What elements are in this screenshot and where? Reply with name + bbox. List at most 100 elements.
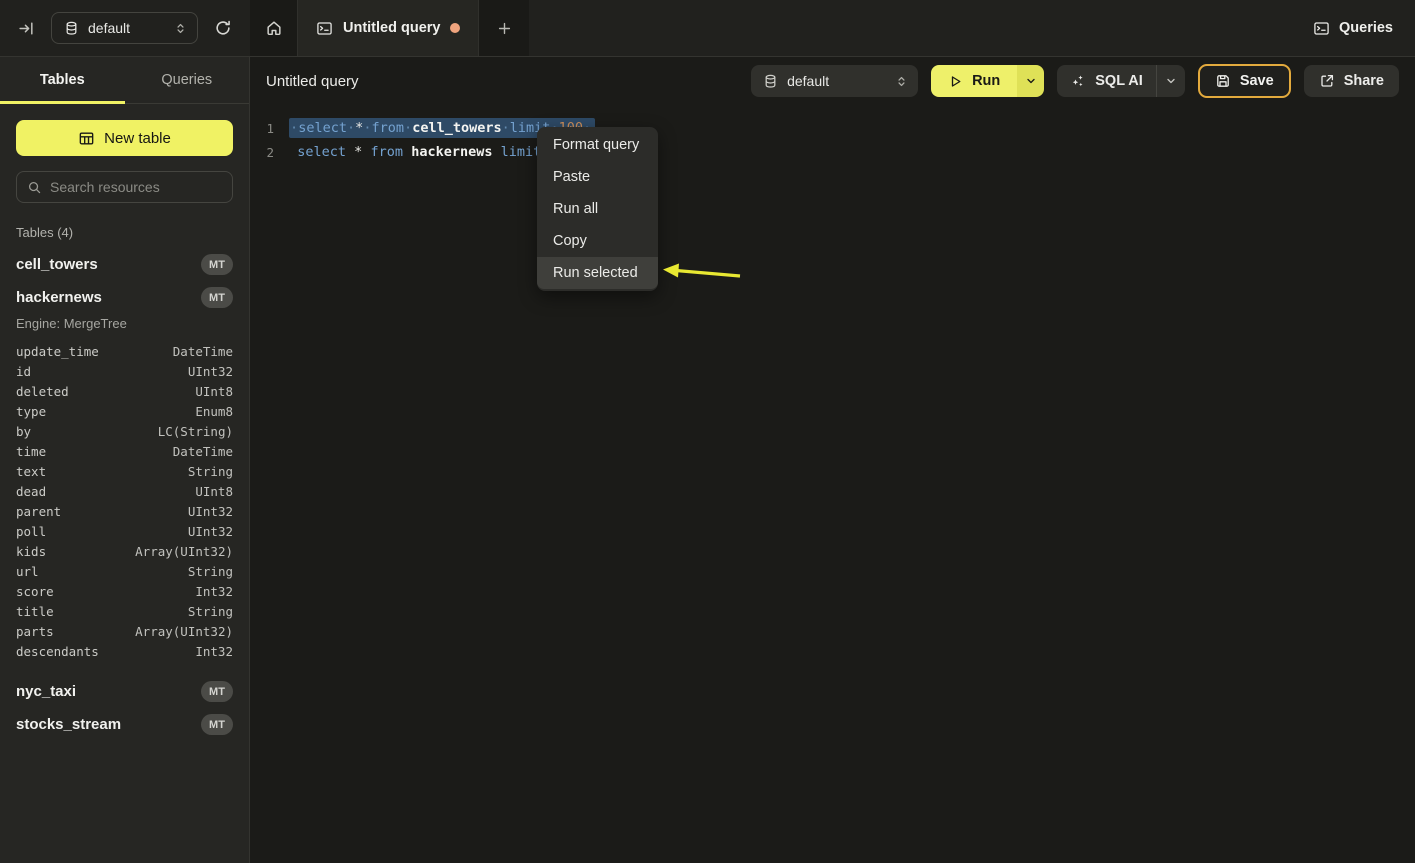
database-selector[interactable]: default [751,65,918,97]
tab-tables[interactable]: Tables [0,57,125,103]
column-row: descendantsInt32 [16,641,233,661]
column-name: dead [16,484,46,499]
column-row: dead UInt8 [16,481,233,501]
run-button[interactable]: Run [931,65,1017,97]
refresh-button[interactable] [212,17,234,39]
home-button[interactable] [250,0,297,56]
new-table-label: New table [104,130,171,147]
annotation-arrow [660,260,746,284]
database-icon [763,74,778,89]
column-row: textString [16,461,233,481]
sidebar-body: New table Tables (4) cell_towers MT hack… [0,104,249,757]
plus-icon [497,21,512,36]
tab-strip: Untitled query [250,0,529,56]
column-row: deletedUInt8 [16,381,233,401]
column-row: kidsArray(UInt32) [16,541,233,561]
query-title: Untitled query [266,73,359,90]
engine-badge: MT [201,254,233,275]
share-button-label: Share [1344,73,1384,89]
column-name: by [16,424,31,439]
column-type: DateTime [173,344,233,359]
line-number: 2 [250,145,274,160]
column-type: Enum8 [195,404,233,419]
column-row: timeDateTime [16,441,233,461]
collapse-sidebar-button[interactable] [16,18,37,39]
topbar-left: default [0,0,250,56]
run-button-group: Run [931,65,1044,97]
menu-item-paste[interactable]: Paste [537,161,658,193]
column-name: poll [16,524,46,539]
menu-item-copy[interactable]: Copy [537,225,658,257]
sql-text[interactable]: select*fromhackernewslimit [289,144,541,160]
table-name: cell_towers [16,256,98,273]
tab-queries[interactable]: Queries [125,57,250,103]
menu-item-run-selected[interactable]: Run selected [537,257,658,289]
column-type: UInt32 [188,364,233,379]
code-line-2[interactable]: 2 select*fromhackernewslimit [250,140,1415,164]
run-options-button[interactable] [1017,65,1044,97]
tab-untitled-query[interactable]: Untitled query [297,0,479,56]
new-table-button[interactable]: New table [16,120,233,156]
column-type: String [188,464,233,479]
column-name: id [16,364,31,379]
share-button[interactable]: Share [1304,65,1399,97]
column-row: parentUInt32 [16,501,233,521]
table-row-hackernews[interactable]: hackernews MT [16,281,233,314]
search-icon [27,180,42,195]
column-row: by LC(String) [16,421,233,441]
run-button-label: Run [972,73,1000,89]
save-button[interactable]: Save [1198,64,1291,98]
column-type: LC(String) [158,424,233,439]
topbar: default Untitled query [0,0,1415,57]
home-icon [265,19,283,37]
column-name: title [16,604,54,619]
sql-console-window: default Untitled query [0,0,1415,863]
database-selector[interactable]: default [51,12,198,44]
database-selector-value: default [787,73,886,89]
topbar-right: Queries [1313,0,1415,56]
table-row-stocks-stream[interactable]: stocks_stream MT [16,708,233,741]
unsaved-changes-dot [450,23,460,33]
table-row-nyc-taxi[interactable]: nyc_taxi MT [16,675,233,708]
column-type: UInt32 [188,504,233,519]
refresh-icon [214,19,232,37]
table-row-cell-towers[interactable]: cell_towers MT [16,248,233,281]
column-name: parts [16,624,54,639]
sql-ai-options-button[interactable] [1156,65,1185,97]
sidebar-tabs: Tables Queries [0,57,249,104]
column-type: String [188,604,233,619]
engine-badge: MT [201,714,233,735]
chevron-down-icon [1025,75,1037,87]
engine-badge: MT [201,287,233,308]
editor-context-menu: Format query Paste Run all Copy Run sele… [537,127,658,291]
search-input[interactable] [50,179,231,195]
search-box[interactable] [16,171,233,203]
column-name: type [16,404,46,419]
tables-section-label: Tables (4) [16,225,233,240]
column-row: urlString [16,561,233,581]
column-type: UInt8 [195,484,233,499]
column-row: update_timeDateTime [16,341,233,361]
query-header: Untitled query default Run [250,57,1415,105]
menu-item-format-query[interactable]: Format query [537,129,658,161]
column-name: score [16,584,54,599]
sql-editor[interactable]: 1 ·select·*·from·cell_towers·limit·100· … [250,105,1415,164]
table-grid-icon [78,130,95,147]
sidebar: Tables Queries New table Tables (4) [0,57,250,863]
column-type: Int32 [195,644,233,659]
menu-item-run-all[interactable]: Run all [537,193,658,225]
chevron-updown-icon [895,75,908,88]
save-button-label: Save [1240,73,1274,89]
code-line-1[interactable]: 1 ·select·*·from·cell_towers·limit·100· [250,116,1415,140]
sql-ai-button[interactable]: SQL AI [1057,65,1156,97]
column-type: UInt32 [188,524,233,539]
table-name: nyc_taxi [16,683,76,700]
database-selector-value: default [88,20,165,36]
tab-queries-label: Queries [161,72,212,88]
queries-button[interactable]: Queries [1313,20,1393,37]
new-tab-button[interactable] [479,0,529,56]
column-type: Array(UInt32) [135,544,233,559]
column-type: Array(UInt32) [135,624,233,639]
column-row: parts Array(UInt32) [16,621,233,641]
database-icon [64,21,79,36]
